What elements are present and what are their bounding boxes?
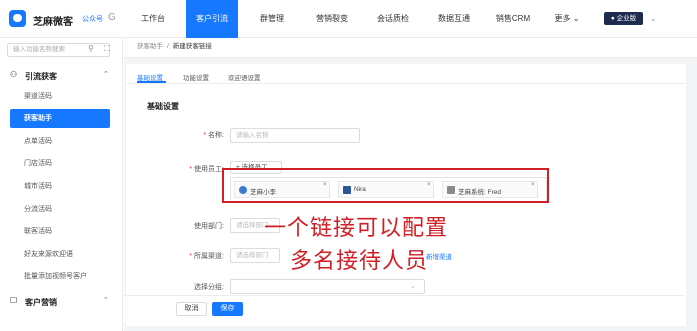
name-input[interactable]: 请输入名称: [230, 128, 360, 143]
sidebar-item-city-qrcode[interactable]: 城市活码: [10, 177, 110, 196]
sidebar-item-channel-qrcode[interactable]: 渠道活码: [10, 87, 110, 106]
nav-more[interactable]: 更多 ⌄: [550, 0, 584, 38]
group-label: 选择分组:: [194, 284, 224, 291]
nav-chat-inspection[interactable]: 会话质检: [368, 0, 418, 38]
sidebar-group-marketing[interactable]: ☐ 客户营销 ⌃: [0, 294, 123, 312]
form-footer: 取消 保存: [124, 295, 684, 321]
breadcrumb: 获客助手 / 新建获客链接: [124, 38, 697, 58]
nav-group-management[interactable]: 群管理: [250, 0, 294, 38]
account-chevron-down-icon[interactable]: ⌄: [650, 14, 657, 23]
sidebar-group-label: 引流获客: [25, 72, 57, 81]
brand-logo-icon: [9, 10, 26, 27]
staff-highlight-box: [222, 168, 549, 203]
search-icon[interactable]: ⚲: [88, 44, 94, 53]
group-select[interactable]: [230, 279, 425, 294]
annotation-line-2: 多名接待人员: [290, 249, 429, 274]
users-icon: ⚇: [10, 70, 18, 79]
annotation-line-1: 一个链接可以配置: [264, 216, 449, 241]
sidebar-item-friend-welcome[interactable]: 好友来源欢迎语: [10, 245, 110, 264]
section-title: 基础设置: [147, 102, 179, 111]
chevron-up-icon: ⌃: [103, 297, 109, 304]
sidebar-item-acquisition-assistant[interactable]: 获客助手: [10, 109, 110, 128]
sidebar-tool-icon[interactable]: ⛶: [104, 44, 110, 54]
breadcrumb-current: 新建获客链接: [172, 43, 212, 50]
nav-workbench[interactable]: 工作台: [131, 0, 175, 38]
nav-marketing-fission[interactable]: 营销裂变: [307, 0, 357, 38]
sidebar: 输入功能名称搜索 ⚲ ⛶ ⚇ 引流获客 ⌃ 渠道活码 获客助手 点单活码 门店活…: [0, 38, 123, 331]
staff-label: * 使用员工:: [189, 166, 224, 173]
sidebar-search-input[interactable]: 输入功能名称搜索: [7, 43, 110, 57]
brand-official-account-link[interactable]: 公众号: [82, 14, 103, 24]
sidebar-item-order-qrcode[interactable]: 点单活码: [10, 132, 110, 151]
sidebar-item-batch-add-video[interactable]: 批量添加视频号客户: [10, 267, 110, 286]
brand-g-icon[interactable]: G: [108, 12, 116, 23]
channel-select[interactable]: 请选择部门: [230, 248, 280, 263]
top-nav-bar: 芝麻微客 公众号 G 工作台 客户引流 群管理 营销裂变 会话质检 数据互通 销…: [0, 0, 697, 38]
sidebar-group-acquisition[interactable]: ⚇ 引流获客 ⌃: [0, 68, 123, 86]
tab-bar: 基础设置 功能设置 欢迎语设置: [126, 64, 686, 84]
chevron-up-icon: ⌃: [103, 71, 109, 78]
sidebar-item-store-qrcode[interactable]: 门店活码: [10, 154, 110, 173]
nav-sales-crm[interactable]: 销售CRM: [489, 0, 537, 38]
department-label: 使用部门:: [194, 223, 224, 230]
sidebar-item-split-qrcode[interactable]: 分流活码: [10, 200, 110, 219]
nav-customer-acquisition[interactable]: 客户引流: [186, 0, 238, 38]
active-tab-indicator: [137, 81, 166, 83]
save-button[interactable]: 保存: [212, 302, 243, 316]
sidebar-item-linked-qrcode[interactable]: 联客活码: [10, 222, 110, 241]
tab-function-settings[interactable]: 功能设置: [183, 72, 209, 82]
list-icon: ☐: [10, 296, 18, 305]
breadcrumb-separator: /: [167, 43, 169, 50]
enterprise-edition-badge[interactable]: ● 企业版: [604, 12, 643, 25]
name-label: * 名称:: [203, 132, 224, 139]
channel-label: * 所属渠道:: [189, 253, 224, 260]
nav-data-interop[interactable]: 数据互通: [430, 0, 478, 38]
cancel-button[interactable]: 取消: [176, 302, 207, 316]
breadcrumb-parent[interactable]: 获客助手: [137, 43, 163, 50]
add-channel-link[interactable]: 新增渠道: [426, 251, 452, 261]
brand-name: 芝麻微客: [33, 17, 73, 28]
sidebar-group-label: 客户营销: [25, 298, 57, 307]
chevron-down-icon: ⌄: [410, 283, 416, 290]
tab-welcome-settings[interactable]: 欢迎语设置: [228, 72, 261, 82]
